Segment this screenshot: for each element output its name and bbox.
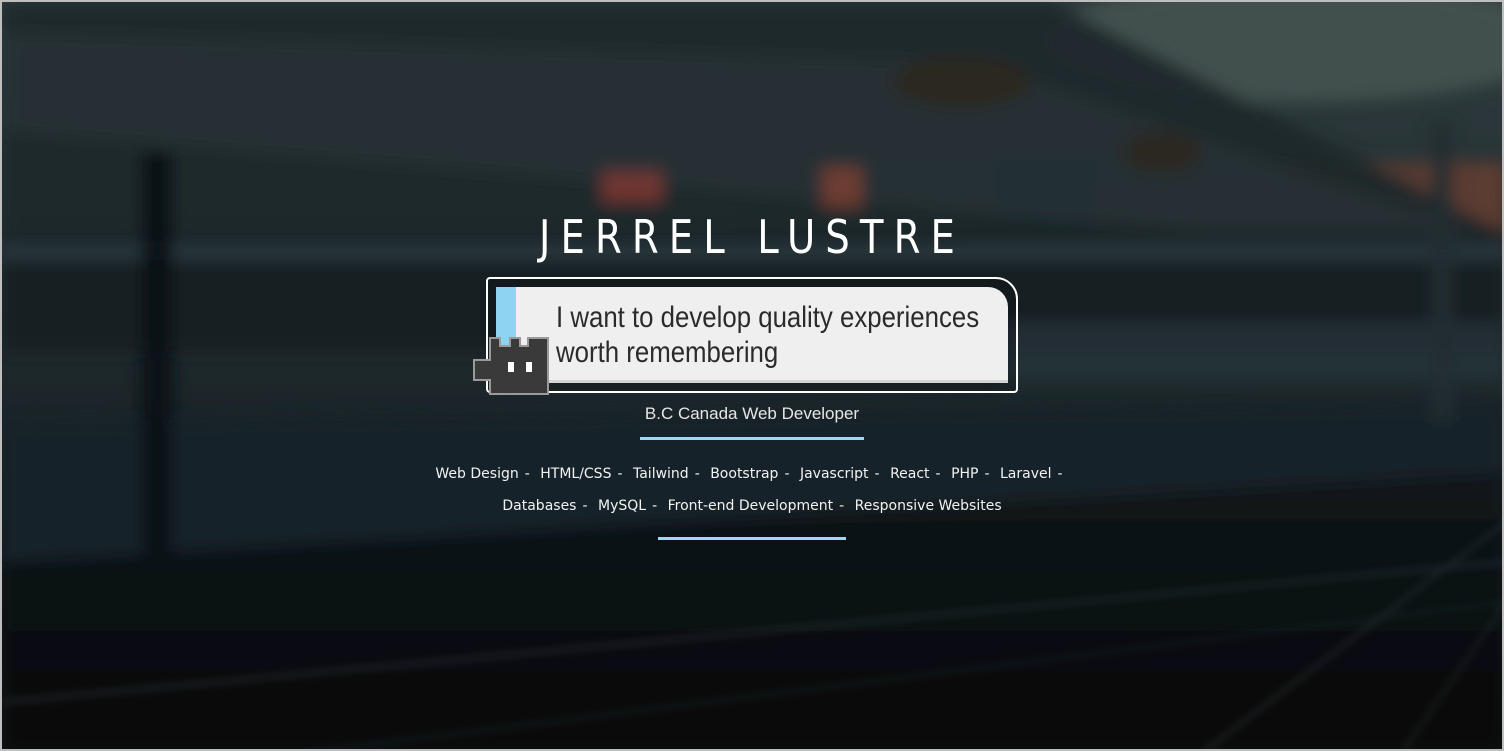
skill-item: Front-end Development [667,498,834,514]
tagline-line-2: worth remembering [556,336,779,369]
subtitle: B.C Canada Web Developer [644,404,860,423]
skill-item: Databases [502,498,577,514]
tagline: I want to develop quality experiences wo… [556,300,979,370]
skill-separator: - [784,466,790,482]
skill-separator: - [617,466,623,482]
skill-separator: - [582,498,588,514]
skill-item: MySQL [598,498,647,514]
skill-separator: - [524,466,530,482]
divider-bottom [658,537,846,540]
skill-item: Responsive Websites [854,498,1002,514]
skill-item: Javascript [799,466,869,482]
divider-top [640,437,864,440]
skill-item: Laravel [1000,466,1052,482]
skill-separator: - [652,498,658,514]
skill-separator: - [935,466,941,482]
skill-item: PHP [951,466,979,482]
skill-separator: - [694,466,700,482]
skill-item: Tailwind [632,466,689,482]
skill-separator: - [984,466,990,482]
skill-item: React [890,466,930,482]
skill-separator: - [874,466,880,482]
skill-separator: - [1057,466,1063,482]
pixel-robot-icon [473,337,549,395]
hero-title: JERREL LUSTRE [538,210,966,264]
skill-item: HTML/CSS [540,466,612,482]
skill-item: Web Design [435,466,519,482]
skills-list: Web Design - HTML/CSS - Tailwind - Bootstra… [420,458,1084,522]
skill-separator: - [839,498,845,514]
tagline-line-1: I want to develop quality experiences [556,301,980,334]
skill-item: Bootstrap [710,466,779,482]
